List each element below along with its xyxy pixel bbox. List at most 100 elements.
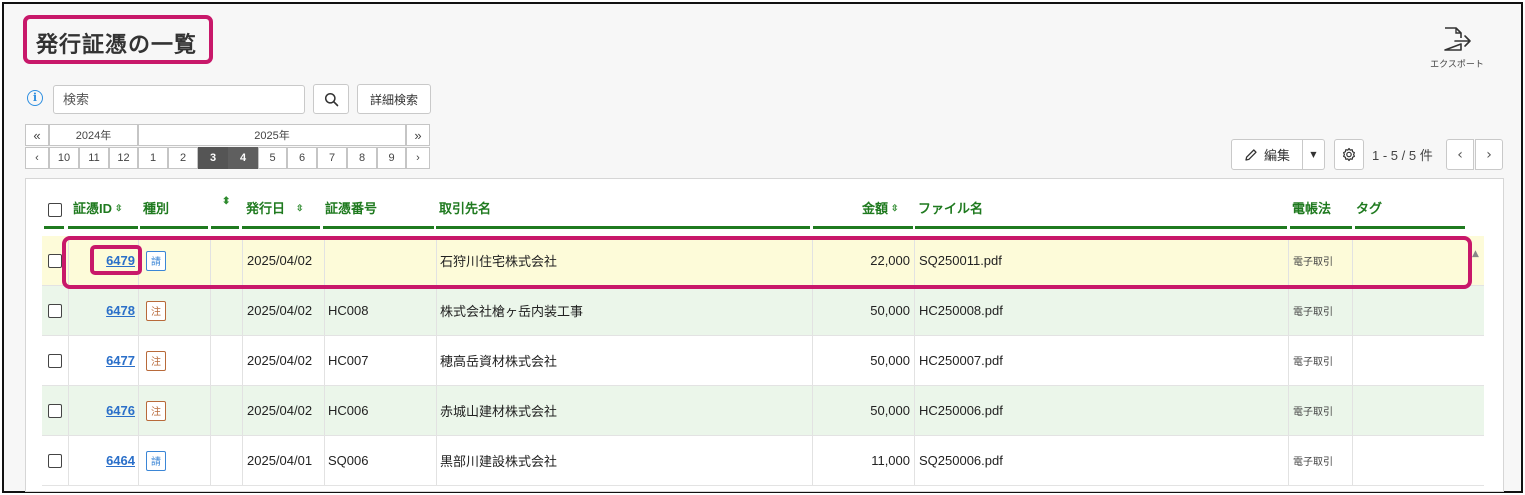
tag-cell [1352, 386, 1484, 435]
month-2025-6[interactable]: 6 [287, 147, 317, 169]
month-2024-11[interactable]: 11 [79, 147, 109, 169]
file-name: HC250007.pdf [914, 336, 1288, 385]
header-underline [436, 226, 810, 229]
pagination-info: 1 - 5 / 5 件 [1372, 148, 1433, 163]
tag-cell [1352, 286, 1484, 335]
col-header-amount-label: 金額 [862, 201, 889, 216]
month-2025-5[interactable]: 5 [258, 147, 287, 169]
voucher-number: HC007 [324, 336, 436, 385]
next-month-button[interactable]: › [406, 147, 430, 169]
col-header-date[interactable]: 発行日 ⇳ [246, 198, 304, 217]
col-header-edl[interactable]: 電帳法 [1292, 198, 1331, 217]
edit-dropdown-button[interactable]: ▼ [1303, 139, 1325, 170]
header-underline [44, 226, 64, 229]
col-header-id-label: 証憑ID [73, 201, 113, 216]
next-page-button[interactable]: › [1475, 139, 1503, 170]
prev-month-button[interactable]: ‹ [25, 147, 49, 169]
month-2024-12[interactable]: 12 [109, 147, 138, 169]
header-underline [1355, 226, 1465, 229]
table-row[interactable]: 6477 注 2025/04/02 HC007 穂高岳資材株式会社 50,000… [42, 336, 1484, 386]
search-input[interactable] [53, 85, 305, 114]
table-row[interactable]: 6464 請 2025/04/01 SQ006 黒部川建設株式会社 11,000… [42, 436, 1484, 486]
sort-icon[interactable]: ⇳ [891, 203, 899, 212]
issue-date: 2025/04/02 [242, 386, 324, 435]
sort-icon[interactable]: ⇳ [115, 203, 123, 212]
year-2025[interactable]: 2025年 [138, 124, 406, 146]
col-header-partner[interactable]: 取引先名 [439, 198, 491, 217]
row-checkbox[interactable] [48, 303, 62, 318]
col-header-file[interactable]: ファイル名 [918, 198, 983, 217]
header-underline [68, 226, 138, 229]
sort-icon[interactable]: ⇳ [296, 203, 304, 212]
kind-badge: 注 [146, 300, 166, 321]
col-header-date-label: 発行日 [246, 201, 286, 216]
month-2024-10[interactable]: 10 [49, 147, 79, 169]
caret-down-icon: ▼ [1310, 150, 1317, 159]
partner-name: 黒部川建設株式会社 [436, 436, 812, 485]
edl-type: 電子取引 [1288, 336, 1352, 385]
info-icon[interactable]: i [27, 90, 43, 106]
edl-type: 電子取引 [1288, 436, 1352, 485]
row-checkbox[interactable] [48, 353, 62, 368]
month-2025-7[interactable]: 7 [317, 147, 347, 169]
header-underline [140, 226, 208, 229]
col-header-number[interactable]: 証憑番号 [325, 198, 377, 217]
col-header-kind[interactable]: 種別 [143, 198, 169, 217]
search-button[interactable] [313, 84, 349, 114]
voucher-number: HC008 [324, 286, 436, 335]
row-checkbox[interactable] [48, 403, 62, 418]
next-year-button[interactable]: » [406, 124, 430, 146]
prev-year-button[interactable]: « [25, 124, 49, 146]
export-label: エクスポート [1430, 60, 1484, 70]
scroll-up-arrow[interactable]: ▲ [1472, 249, 1479, 259]
table-row[interactable]: 6476 注 2025/04/02 HC006 赤城山建材株式会社 50,000… [42, 386, 1484, 436]
tag-cell [1352, 436, 1484, 485]
header-underline [323, 226, 434, 229]
header-underline [813, 226, 913, 229]
voucher-id-link[interactable]: 6477 [106, 353, 135, 368]
prev-page-button[interactable]: ‹ [1446, 139, 1474, 170]
header-underline [1290, 226, 1352, 229]
voucher-id-link[interactable]: 6478 [106, 303, 135, 318]
kind-badge: 注 [146, 350, 166, 371]
edit-button[interactable]: 編集 [1231, 139, 1303, 170]
settings-button[interactable] [1334, 139, 1364, 170]
search-icon [324, 92, 338, 106]
row-checkbox[interactable] [48, 453, 62, 468]
issue-date: 2025/04/01 [242, 436, 324, 485]
month-2025-1[interactable]: 1 [138, 147, 168, 169]
id-highlight-box [90, 245, 142, 275]
vouchers-table: 証憑ID ⇳ 種別 ⬍ 発行日 ⇳ 証憑番号 取引先名 金額 ⇳ ファイル名 電… [25, 178, 1504, 492]
voucher-number: SQ006 [324, 436, 436, 485]
export-button[interactable]: エクスポート [1424, 26, 1490, 70]
partner-name: 穂高岳資材株式会社 [436, 336, 812, 385]
row-highlight-box [62, 236, 1472, 289]
pencil-icon [1245, 148, 1257, 161]
voucher-number: HC006 [324, 386, 436, 435]
advanced-search-button[interactable]: 詳細検索 [357, 84, 431, 114]
month-2025-9[interactable]: 9 [377, 147, 406, 169]
export-icon [1444, 27, 1471, 51]
col-header-flag[interactable]: ⬍ [222, 197, 230, 207]
file-name: HC250006.pdf [914, 386, 1288, 435]
col-header-amount[interactable]: 金額 ⇳ [862, 198, 899, 217]
select-all-checkbox[interactable] [48, 203, 62, 217]
header-underline [915, 226, 1287, 229]
month-2025-8[interactable]: 8 [347, 147, 377, 169]
month-2025-2[interactable]: 2 [168, 147, 198, 169]
sort-icon[interactable]: ⬍ [222, 197, 230, 207]
voucher-id-link[interactable]: 6476 [106, 403, 135, 418]
month-2025-3[interactable]: 3 [198, 147, 228, 169]
amount: 50,000 [812, 336, 914, 385]
month-2025-4[interactable]: 4 [228, 147, 258, 169]
edit-label: 編集 [1263, 149, 1290, 164]
voucher-id-link[interactable]: 6464 [106, 453, 135, 468]
row-checkbox[interactable] [48, 253, 62, 268]
amount: 50,000 [812, 286, 914, 335]
col-header-tag[interactable]: タグ [1356, 198, 1382, 217]
col-header-id[interactable]: 証憑ID ⇳ [73, 198, 123, 217]
header-underline [242, 226, 320, 229]
year-2024[interactable]: 2024年 [49, 124, 138, 146]
table-row[interactable]: 6478 注 2025/04/02 HC008 株式会社槍ヶ岳内装工事 50,0… [42, 286, 1484, 336]
page-title: 発行証憑の一覧 [36, 33, 198, 58]
